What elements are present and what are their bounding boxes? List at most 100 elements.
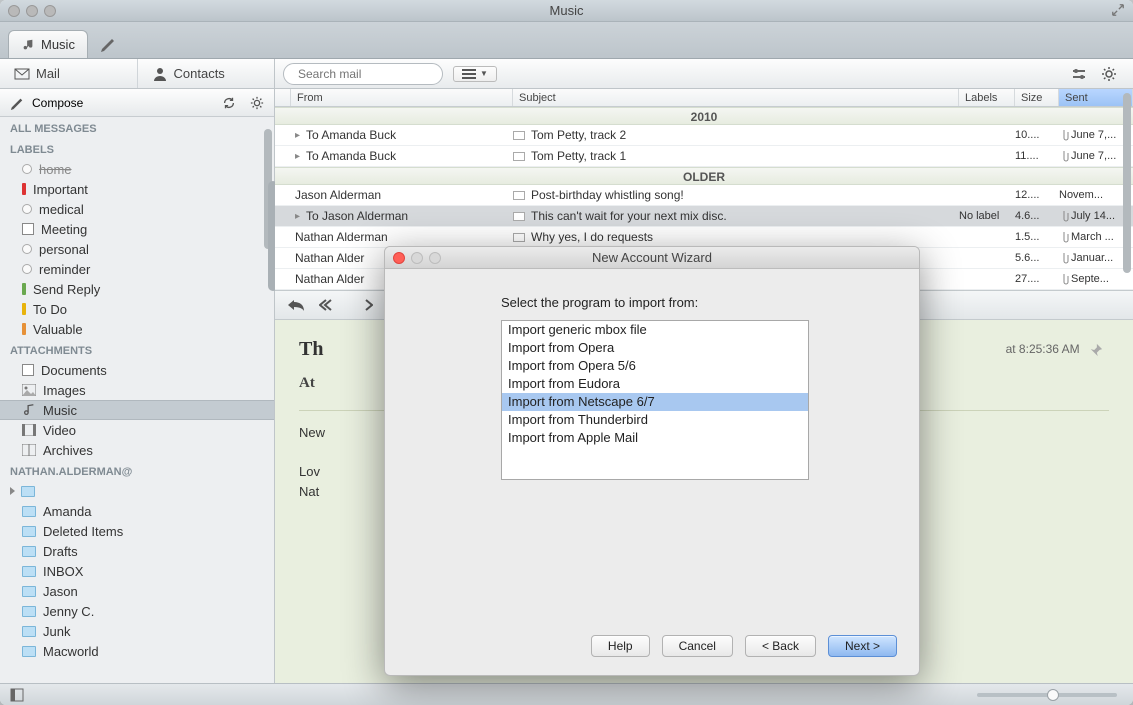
label-send-reply[interactable]: Send Reply bbox=[0, 279, 274, 299]
refresh-icon[interactable] bbox=[222, 96, 236, 110]
folder-inbox[interactable]: INBOX bbox=[0, 561, 274, 581]
gear-icon[interactable] bbox=[250, 96, 264, 110]
label-reminder[interactable]: reminder bbox=[0, 259, 274, 279]
pin-icon[interactable] bbox=[1089, 343, 1103, 357]
attach-video[interactable]: Video bbox=[0, 420, 274, 440]
fullscreen-icon[interactable] bbox=[1111, 3, 1125, 17]
zoom-slider[interactable] bbox=[977, 693, 1117, 697]
reply-all-icon[interactable] bbox=[319, 298, 341, 312]
minimize-window-icon[interactable] bbox=[26, 5, 38, 17]
mail-button[interactable]: Mail bbox=[0, 59, 138, 88]
section-all-messages[interactable]: ALL MESSAGES bbox=[0, 117, 274, 138]
gear-icon[interactable] bbox=[1101, 66, 1117, 82]
preview-timestamp: at 8:25:36 AM bbox=[1006, 342, 1080, 356]
next-button[interactable]: Next > bbox=[828, 635, 897, 657]
message-row[interactable]: ▸To Amanda BuckTom Petty, track 210....J… bbox=[275, 125, 1133, 146]
person-icon bbox=[152, 66, 168, 82]
filter-menu-button[interactable]: ▼ bbox=[453, 66, 497, 82]
back-button[interactable]: < Back bbox=[745, 635, 816, 657]
tab-bar: Music bbox=[0, 22, 1133, 59]
new-tab-icon[interactable] bbox=[100, 36, 116, 52]
import-option[interactable]: Import from Netscape 6/7 bbox=[502, 393, 808, 411]
import-option[interactable]: Import from Apple Mail bbox=[502, 429, 808, 447]
image-icon bbox=[22, 384, 36, 396]
content-scrollbar[interactable] bbox=[1123, 93, 1131, 273]
attachment-icon bbox=[1059, 129, 1069, 141]
slider-knob[interactable] bbox=[1047, 689, 1059, 701]
contacts-button[interactable]: Contacts bbox=[138, 59, 275, 88]
import-option[interactable]: Import from Eudora bbox=[502, 375, 808, 393]
dialog-prompt: Select the program to import from: bbox=[501, 295, 893, 310]
panel-toggle-icon[interactable] bbox=[10, 688, 24, 702]
label-home[interactable]: home bbox=[0, 159, 274, 179]
attach-music[interactable]: Music bbox=[0, 400, 274, 420]
mail-label: Mail bbox=[36, 66, 60, 81]
col-size[interactable]: Size bbox=[1015, 89, 1059, 106]
red-tag-icon bbox=[22, 183, 26, 195]
dialog-titlebar: New Account Wizard bbox=[385, 247, 919, 269]
disclosure-triangle-icon[interactable] bbox=[10, 487, 15, 495]
folder-icon bbox=[22, 506, 36, 517]
attachment-icon bbox=[1059, 150, 1069, 162]
settings-toggle-icon[interactable] bbox=[1071, 66, 1087, 82]
compose-button[interactable]: Compose bbox=[32, 96, 83, 110]
search-field[interactable] bbox=[298, 67, 453, 81]
group-2010: 2010 bbox=[275, 107, 1133, 125]
col-subject[interactable]: Subject bbox=[513, 89, 959, 106]
folder-deleted-items[interactable]: Deleted Items bbox=[0, 521, 274, 541]
toolbar: Mail Contacts ▼ bbox=[0, 59, 1133, 89]
help-button[interactable]: Help bbox=[591, 635, 650, 657]
tab-music[interactable]: Music bbox=[8, 30, 88, 58]
section-account: NATHAN.ALDERMAN@ bbox=[0, 460, 274, 481]
lines-icon bbox=[462, 69, 476, 79]
col-from[interactable]: From bbox=[291, 89, 513, 106]
attach-documents[interactable]: Documents bbox=[0, 360, 274, 380]
sent-arrow-icon: ▸ bbox=[295, 130, 300, 141]
close-window-icon[interactable] bbox=[8, 5, 20, 17]
section-labels: LABELS bbox=[0, 138, 274, 159]
folder-junk[interactable]: Junk bbox=[0, 621, 274, 641]
green-tag-icon bbox=[22, 283, 26, 295]
message-row[interactable]: ▸To Amanda BuckTom Petty, track 111....J… bbox=[275, 146, 1133, 167]
page-icon bbox=[22, 223, 34, 235]
col-labels[interactable]: Labels bbox=[959, 89, 1015, 106]
folder-jason[interactable]: Jason bbox=[0, 581, 274, 601]
col-flag[interactable] bbox=[275, 89, 291, 106]
cancel-button[interactable]: Cancel bbox=[662, 635, 733, 657]
label-medical[interactable]: medical bbox=[0, 199, 274, 219]
folder-drafts[interactable]: Drafts bbox=[0, 541, 274, 561]
folder-jenny-c.[interactable]: Jenny C. bbox=[0, 601, 274, 621]
new-account-wizard-dialog: New Account Wizard Select the program to… bbox=[384, 246, 920, 676]
label-meeting[interactable]: Meeting bbox=[0, 219, 274, 239]
reply-icon[interactable] bbox=[287, 298, 305, 312]
attach-archives[interactable]: Archives bbox=[0, 440, 274, 460]
forward-icon[interactable] bbox=[355, 298, 373, 312]
search-input[interactable] bbox=[283, 63, 443, 85]
message-row[interactable]: ▸To Jason AldermanThis can't wait for yo… bbox=[275, 206, 1133, 227]
attach-images[interactable]: Images bbox=[0, 380, 274, 400]
archive-icon bbox=[22, 444, 36, 456]
import-source-listbox[interactable]: Import generic mbox fileImport from Oper… bbox=[501, 320, 809, 480]
col-sent[interactable]: Sent bbox=[1059, 89, 1133, 106]
envelope-icon bbox=[513, 152, 525, 161]
folder-icon bbox=[22, 646, 36, 657]
folder-icon bbox=[22, 606, 36, 617]
label-important[interactable]: Important bbox=[0, 179, 274, 199]
import-option[interactable]: Import from Opera bbox=[502, 339, 808, 357]
import-option[interactable]: Import from Opera 5/6 bbox=[502, 357, 808, 375]
dialog-close-icon[interactable] bbox=[393, 252, 405, 264]
label-todo[interactable]: To Do bbox=[0, 299, 274, 319]
folder-icon bbox=[22, 626, 36, 637]
import-option[interactable]: Import generic mbox file bbox=[502, 321, 808, 339]
orange-tag-icon bbox=[22, 323, 26, 335]
account-root-folder[interactable] bbox=[0, 481, 274, 501]
message-row[interactable]: Jason AldermanPost-birthday whistling so… bbox=[275, 185, 1133, 206]
folder-macworld[interactable]: Macworld bbox=[0, 641, 274, 661]
label-valuable[interactable]: Valuable bbox=[0, 319, 274, 339]
section-attachments: ATTACHMENTS bbox=[0, 339, 274, 360]
import-option[interactable]: Import from Thunderbird bbox=[502, 411, 808, 429]
message-row[interactable]: Nathan AldermanWhy yes, I do requests1.5… bbox=[275, 227, 1133, 248]
folder-amanda[interactable]: Amanda bbox=[0, 501, 274, 521]
label-personal[interactable]: personal bbox=[0, 239, 274, 259]
zoom-window-icon[interactable] bbox=[44, 5, 56, 17]
